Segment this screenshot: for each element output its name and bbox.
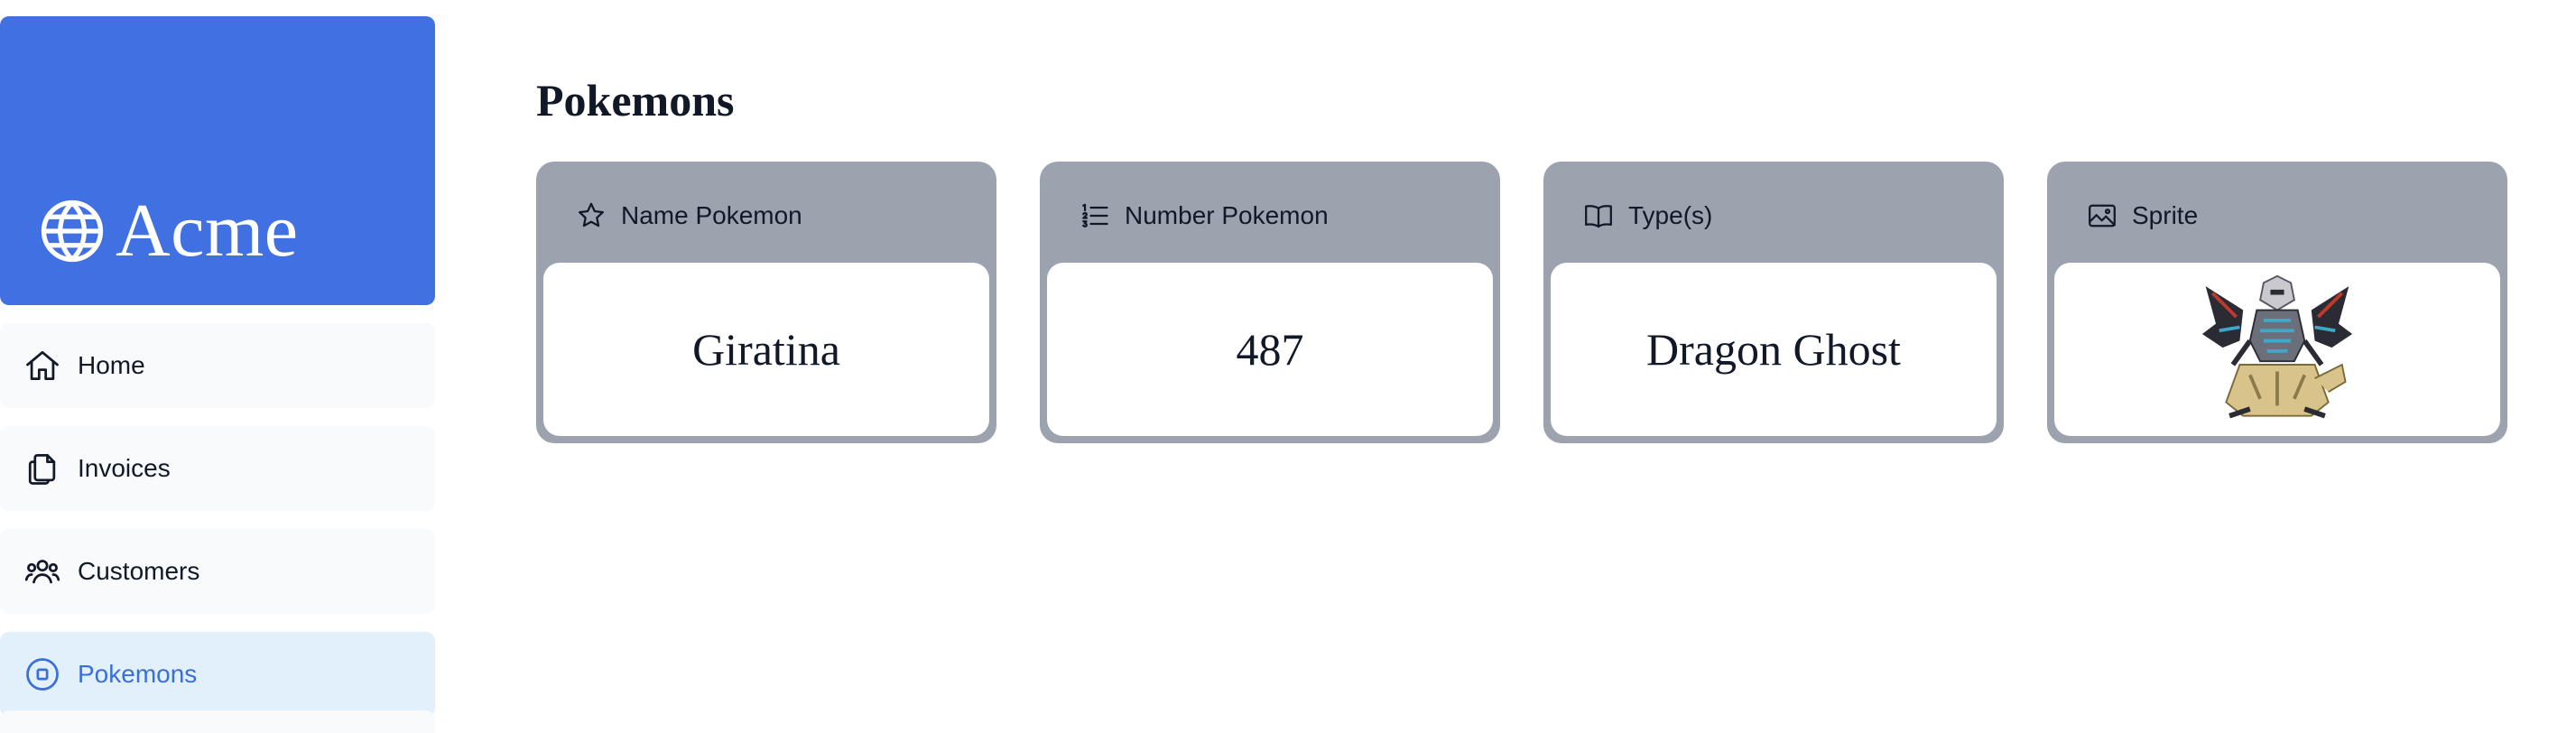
- card-title: Name Pokemon: [621, 201, 802, 229]
- sidebar-item-label: Pokemons: [78, 660, 198, 688]
- brand-logo: Acme: [34, 193, 299, 269]
- card-header: Name Pokemon: [543, 169, 989, 263]
- pokemon-sprite-image: [2201, 274, 2353, 419]
- home-icon: [22, 345, 63, 386]
- card-value: 487: [1047, 263, 1493, 436]
- sidebar-item-label: Invoices: [78, 454, 171, 482]
- card-header: Type(s): [1551, 169, 1997, 263]
- sidebar-item-customers[interactable]: Customers: [0, 529, 435, 614]
- sidebar-item-label: Home: [78, 351, 145, 379]
- card-header: Sprite: [2054, 169, 2500, 263]
- card-header: Number Pokemon: [1047, 169, 1493, 263]
- card-sprite: Sprite: [2047, 162, 2507, 443]
- sidebar-item-home[interactable]: Home: [0, 323, 435, 408]
- card-name-pokemon: Name Pokemon Giratina: [536, 162, 996, 443]
- page-title: Pokemons: [536, 75, 735, 125]
- card-value: Dragon Ghost: [1551, 263, 1997, 436]
- documents-icon: [22, 448, 63, 489]
- sidebar-item-invoices[interactable]: Invoices: [0, 426, 435, 511]
- card-value: Giratina: [543, 263, 989, 436]
- image-icon: [2085, 199, 2119, 233]
- brand-panel[interactable]: Acme: [0, 16, 435, 305]
- brand-name: Acme: [116, 189, 299, 273]
- pokemon-sprite: [2054, 263, 2500, 436]
- sidebar-item-label: Customers: [78, 557, 200, 585]
- card-title: Type(s): [1628, 201, 1713, 229]
- globe-icon: [41, 199, 104, 263]
- card-title: Number Pokemon: [1125, 201, 1329, 229]
- sidebar-item-partial[interactable]: [0, 710, 435, 733]
- card-number-pokemon: Number Pokemon 487: [1040, 162, 1500, 443]
- sidebar-item-pokemons[interactable]: Pokemons: [0, 632, 435, 717]
- circle-stop-icon: [22, 654, 63, 695]
- numbered-list-icon: [1078, 199, 1112, 233]
- card-title: Sprite: [2132, 201, 2199, 229]
- star-icon: [574, 199, 608, 233]
- card-types: Type(s) Dragon Ghost: [1543, 162, 2004, 443]
- users-icon: [22, 551, 63, 592]
- open-book-icon: [1581, 199, 1616, 233]
